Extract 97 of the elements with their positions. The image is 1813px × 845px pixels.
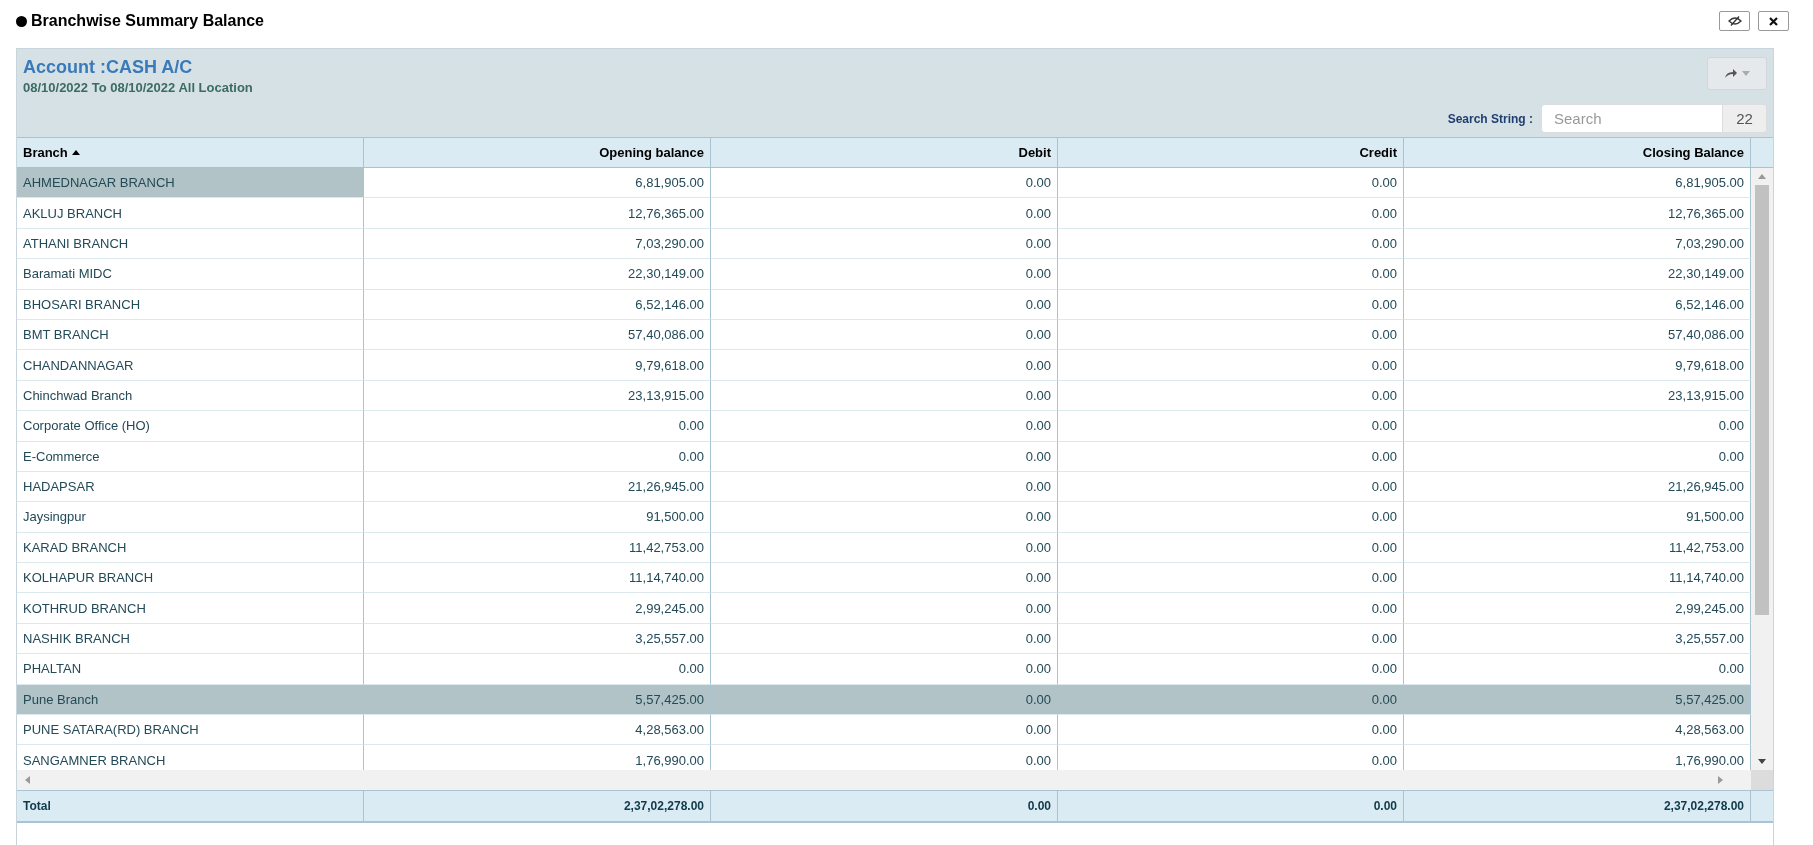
table-cell: 0.00: [1058, 593, 1404, 624]
table-row[interactable]: Pune Branch 5,57,425.00 0.00 0.00 5,57,425.00: [17, 684, 1751, 716]
table-cell: CHANDANNAGAR: [17, 350, 364, 381]
total-cell: 0.00: [711, 790, 1058, 823]
table-cell: KOTHRUD BRANCH: [17, 593, 364, 624]
table-row[interactable]: Jaysingpur 91,500.00 0.00 0.00 91,500.00: [17, 502, 1751, 533]
table-cell: PHALTAN: [17, 654, 364, 685]
eye-slash-icon: [1727, 16, 1742, 26]
share-dropdown-button[interactable]: [1707, 57, 1767, 90]
table-cell: 9,79,618.00: [364, 350, 711, 381]
table-cell: 0.00: [1058, 350, 1404, 381]
account-title: Account :CASH A/C: [23, 57, 194, 78]
scroll-down-icon: [1758, 759, 1766, 764]
table-cell: 0.00: [364, 654, 711, 685]
table-row[interactable]: KOLHAPUR BRANCH 11,14,740.00 0.00 0.00 11,14,740.00: [17, 563, 1751, 594]
table-cell: 0.00: [1058, 654, 1404, 685]
table-cell: 12,76,365.00: [1404, 198, 1751, 229]
column-header[interactable]: Branch: [17, 137, 364, 168]
table-cell: 0.00: [1404, 411, 1751, 442]
table-cell: 0.00: [1058, 441, 1404, 472]
table-cell: 91,500.00: [1404, 502, 1751, 533]
table-cell: 2,99,245.00: [1404, 593, 1751, 624]
share-arrow-icon: [1724, 68, 1738, 79]
column-header[interactable]: Credit: [1058, 137, 1404, 168]
table-cell: 0.00: [711, 198, 1058, 229]
table-cell: 22,30,149.00: [364, 259, 711, 290]
table-cell: 0.00: [1404, 654, 1751, 685]
table-cell: 0.00: [711, 441, 1058, 472]
table-cell: Baramati MIDC: [17, 259, 364, 290]
table-row[interactable]: AHMEDNAGAR BRANCH 6,81,905.00 0.00 0.00 6,81,905.00: [17, 168, 1751, 199]
table-cell: 0.00: [364, 411, 711, 442]
table-row[interactable]: KARAD BRANCH 11,42,753.00 0.00 0.00 11,42,753.00: [17, 532, 1751, 564]
total-cell: 0.00: [1058, 790, 1404, 823]
table-cell: Corporate Office (HO): [17, 411, 364, 442]
table-cell: 0.00: [711, 259, 1058, 290]
table-cell: 0.00: [1058, 502, 1404, 533]
table-row[interactable]: CHANDANNAGAR 9,79,618.00 0.00 0.00 9,79,618.00: [17, 350, 1751, 381]
table-cell: AHMEDNAGAR BRANCH: [17, 168, 364, 199]
table-cell: 12,76,365.00: [364, 198, 711, 229]
hide-button[interactable]: [1719, 11, 1750, 31]
sort-up-icon: [71, 150, 80, 155]
table-cell: 6,52,146.00: [364, 289, 711, 320]
table-cell: 0.00: [1404, 441, 1751, 472]
record-count: 22: [1722, 105, 1766, 132]
search-field[interactable]: Search 22: [1541, 104, 1767, 133]
search-label: Search String :: [1447, 111, 1533, 126]
table-cell: 2,99,245.00: [364, 593, 711, 624]
total-cell: 2,37,02,278.00: [364, 790, 711, 823]
table-row[interactable]: E-Commerce 0.00 0.00 0.00 0.00: [17, 441, 1751, 472]
table-cell: 0.00: [711, 654, 1058, 685]
scroll-right-icon: [1718, 776, 1723, 784]
table-row[interactable]: Chinchwad Branch 23,13,915.00 0.00 0.00 23,13,915.00: [17, 380, 1751, 412]
table-row[interactable]: AKLUJ BRANCH 12,76,365.00 0.00 0.00 12,76,365.00: [17, 198, 1751, 229]
report-period: 08/10/2022 To 08/10/2022 All Location: [23, 80, 253, 95]
column-header[interactable]: Debit: [711, 137, 1058, 168]
table-cell: 0.00: [1058, 289, 1404, 320]
vertical-scrollbar[interactable]: [1751, 168, 1773, 770]
total-cell: Total: [17, 790, 364, 823]
table-cell: 0.00: [711, 502, 1058, 533]
table-cell: 0.00: [711, 350, 1058, 381]
scroll-left-icon: [25, 776, 30, 784]
table-row[interactable]: PHALTAN 0.00 0.00 0.00 0.00: [17, 654, 1751, 685]
caret-icon: [1742, 71, 1750, 76]
table-cell: 6,52,146.00: [1404, 289, 1751, 320]
table-row[interactable]: Baramati MIDC 22,30,149.00 0.00 0.00 22,30,149.00: [17, 259, 1751, 290]
table-row[interactable]: ATHANI BRANCH 7,03,290.00 0.00 0.00 7,03,290.00: [17, 228, 1751, 260]
close-icon: [1769, 16, 1778, 26]
horizontal-scrollbar[interactable]: [17, 770, 1773, 790]
window-title: Branchwise Summary Balance: [31, 12, 264, 30]
table-cell: BHOSARI BRANCH: [17, 289, 364, 320]
table-row[interactable]: BHOSARI BRANCH 6,52,146.00 0.00 0.00 6,52,146.00: [17, 289, 1751, 320]
scroll-up-icon: [1758, 174, 1766, 179]
table-cell: Jaysingpur: [17, 502, 364, 533]
total-cell: 2,37,02,278.00: [1404, 790, 1751, 823]
close-button[interactable]: [1758, 11, 1789, 31]
table-cell: 9,79,618.00: [1404, 350, 1751, 381]
column-header[interactable]: Closing Balance: [1404, 137, 1751, 168]
table-row[interactable]: HADAPSAR 21,26,945.00 0.00 0.00 21,26,945.00: [17, 471, 1751, 503]
table-row[interactable]: PUNE SATARA(RD) BRANCH 4,28,563.00 0.00 0.00 4,28,563.00: [17, 715, 1751, 746]
bullet-icon: [16, 15, 27, 27]
table-cell: 0.00: [711, 593, 1058, 624]
table-row[interactable]: KOTHRUD BRANCH 2,99,245.00 0.00 0.00 2,99,245.00: [17, 593, 1751, 624]
table-cell: 0.00: [1058, 411, 1404, 442]
table-row[interactable]: Corporate Office (HO) 0.00 0.00 0.00 0.00: [17, 411, 1751, 442]
table-cell: 91,500.00: [364, 502, 711, 533]
footer-corner-background: [1751, 790, 1773, 823]
table-cell: 0.00: [711, 411, 1058, 442]
table-cell: AKLUJ BRANCH: [17, 198, 364, 229]
table-cell: 0.00: [1058, 259, 1404, 290]
table-cell: 0.00: [364, 441, 711, 472]
table-row[interactable]: NASHIK BRANCH 3,25,557.00 0.00 0.00 3,25,557.00: [17, 623, 1751, 655]
table-cell: E-Commerce: [17, 441, 364, 472]
column-header[interactable]: Opening balance: [364, 137, 711, 168]
table-cell: 22,30,149.00: [1404, 259, 1751, 290]
table-cell: 0.00: [1058, 198, 1404, 229]
table-cell: 0.00: [711, 289, 1058, 320]
table-row[interactable]: BMT BRANCH 57,40,086.00 0.00 0.00 57,40,086.00: [17, 319, 1751, 351]
